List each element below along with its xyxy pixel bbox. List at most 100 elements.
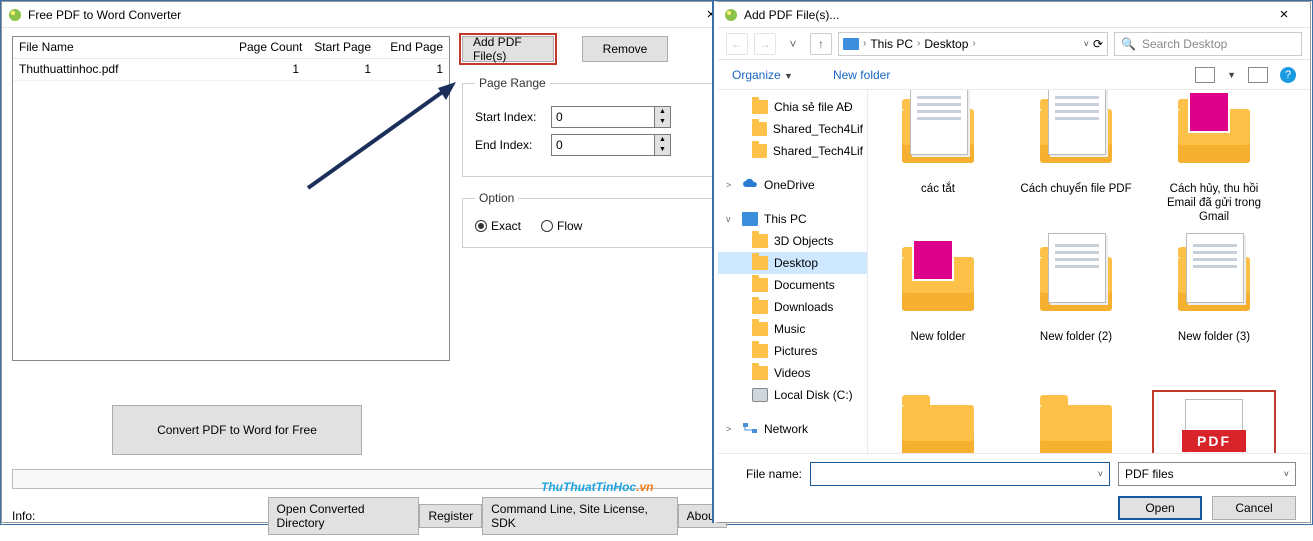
view-mode-icon[interactable] xyxy=(1195,67,1215,83)
pdf-icon: PDF xyxy=(1174,394,1254,453)
forward-button[interactable]: → xyxy=(754,33,776,55)
folder-icon xyxy=(752,278,768,292)
tree-item[interactable]: Desktop xyxy=(718,252,867,274)
tree-item[interactable]: Chia sẻ file AĐ xyxy=(718,96,867,118)
crumb-thispc[interactable]: This PC xyxy=(870,37,913,51)
refresh-icon[interactable]: ⟳ xyxy=(1093,37,1103,51)
file-label: New folder xyxy=(911,330,966,344)
start-index-input[interactable]: 0 ▲▼ xyxy=(551,106,671,128)
recent-chevron-icon[interactable]: ˅ xyxy=(782,33,804,55)
remove-button[interactable]: Remove xyxy=(582,36,668,62)
option-group: Option Exact Flow xyxy=(462,191,722,248)
tree-item[interactable]: Music xyxy=(718,318,867,340)
spinner-down-icon: ▼ xyxy=(655,117,670,127)
tree-item-label: OneDrive xyxy=(764,178,815,192)
open-directory-button[interactable]: Open Converted Directory xyxy=(268,497,420,535)
back-button[interactable]: ← xyxy=(726,33,748,55)
tree-item[interactable]: Videos xyxy=(718,362,867,384)
tree-item[interactable]: Shared_Tech4Lif xyxy=(718,118,867,140)
file-type-filter[interactable]: PDF files˅ xyxy=(1118,462,1296,486)
col-pagecount[interactable]: Page Count xyxy=(233,37,305,58)
dialog-title: Add PDF File(s)... xyxy=(744,8,1264,22)
preview-pane-icon[interactable] xyxy=(1248,67,1268,83)
file-grid[interactable]: File Name Page Count Start Page End Page… xyxy=(12,36,450,361)
file-list[interactable]: các tắt Cách chuyển file PDF Cách hủy, thu… xyxy=(868,90,1310,453)
file-item[interactable]: các tắt xyxy=(878,96,998,236)
file-item[interactable]: New folder (2) xyxy=(1016,244,1136,384)
new-folder-button[interactable]: New folder xyxy=(833,68,890,82)
tree-item-label: 3D Objects xyxy=(774,234,833,248)
exact-radio[interactable]: Exact xyxy=(475,219,521,233)
dialog-titlebar: Add PDF File(s)... × xyxy=(718,2,1310,28)
convert-button[interactable]: Convert PDF to Word for Free xyxy=(112,405,362,455)
tree-item[interactable]: Pictures xyxy=(718,340,867,362)
flow-radio[interactable]: Flow xyxy=(541,219,582,233)
organize-menu[interactable]: Organize ▼ xyxy=(732,68,793,82)
register-button[interactable]: Register xyxy=(419,504,482,528)
breadcrumb[interactable]: › This PC › Desktop › ˅ ⟳ xyxy=(838,32,1108,56)
crumb-desktop[interactable]: Desktop xyxy=(924,37,968,51)
file-item[interactable]: Cách hủy, thu hồi Email đã gửi trong Gma… xyxy=(1154,96,1274,236)
file-item[interactable]: New folder xyxy=(878,244,998,384)
chevron-down-icon[interactable]: ▼ xyxy=(1227,70,1236,80)
info-label: Info: xyxy=(12,509,268,523)
spinner-up-icon: ▲ xyxy=(655,107,670,117)
end-index-label: End Index: xyxy=(475,138,551,152)
file-item[interactable]: pdf2word xyxy=(1016,392,1136,453)
file-label: Cách chuyển file PDF xyxy=(1020,182,1131,196)
file-item[interactable]: Cách chuyển file PDF xyxy=(1016,96,1136,236)
tree-item-label: This PC xyxy=(764,212,807,226)
app-titlebar: Free PDF to Word Converter × xyxy=(2,2,737,28)
file-item[interactable]: ngủ đông xyxy=(878,392,998,453)
chevron-down-icon[interactable]: ˅ xyxy=(1084,39,1089,49)
tree-item-label: Pictures xyxy=(774,344,817,358)
expand-icon[interactable]: v xyxy=(726,214,736,224)
filename-label: File name: xyxy=(732,467,802,481)
end-index-input[interactable]: 0 ▲▼ xyxy=(551,134,671,156)
folder-icon xyxy=(1174,96,1254,176)
tree-item[interactable]: 3D Objects xyxy=(718,230,867,252)
expand-icon[interactable]: > xyxy=(726,180,736,190)
tree-item[interactable]: >Network xyxy=(718,418,867,440)
folder-icon xyxy=(752,344,768,358)
folder-icon xyxy=(1036,96,1116,176)
expand-icon[interactable]: > xyxy=(726,424,736,434)
file-label: New folder (2) xyxy=(1040,330,1112,344)
folder-icon xyxy=(1036,392,1116,453)
tree-item[interactable]: Downloads xyxy=(718,296,867,318)
file-item[interactable]: New folder (3) xyxy=(1154,244,1274,384)
filename-input[interactable]: ˅ xyxy=(810,462,1110,486)
col-endpage[interactable]: End Page xyxy=(377,37,449,58)
commandline-button[interactable]: Command Line, Site License, SDK xyxy=(482,497,678,535)
navigation-tree[interactable]: Chia sẻ file AĐShared_Tech4LifShared_Tec… xyxy=(718,90,868,453)
search-icon: 🔍 xyxy=(1121,37,1136,51)
tree-item[interactable]: Shared_Tech4Lif xyxy=(718,140,867,162)
tree-item[interactable]: Documents xyxy=(718,274,867,296)
help-icon[interactable]: ? xyxy=(1280,67,1296,83)
up-button[interactable]: ↑ xyxy=(810,33,832,55)
disk-icon xyxy=(752,388,768,402)
folder-icon xyxy=(752,322,768,336)
tree-item-label: Desktop xyxy=(774,256,818,270)
folder-icon xyxy=(752,300,768,314)
tree-item[interactable]: v This PC xyxy=(718,208,867,230)
cloud-icon xyxy=(742,178,758,192)
command-bar: Organize ▼ New folder ▼ ? xyxy=(718,60,1310,90)
tree-item-label: Videos xyxy=(774,366,810,380)
tree-item-label: Documents xyxy=(774,278,835,292)
page-range-legend: Page Range xyxy=(475,76,550,90)
col-filename[interactable]: File Name xyxy=(13,37,233,58)
tree-item[interactable]: > OneDrive xyxy=(718,174,867,196)
file-item[interactable]: PDFThuthuattinhoc.pdf xyxy=(1154,392,1274,453)
tree-item[interactable]: Local Disk (C:) xyxy=(718,384,867,406)
pc-icon xyxy=(742,212,758,226)
search-input[interactable]: 🔍 Search Desktop xyxy=(1114,32,1302,56)
col-startpage[interactable]: Start Page xyxy=(305,37,377,58)
open-button[interactable]: Open xyxy=(1118,496,1202,520)
table-row[interactable]: Thuthuattinhoc.pdf 1 1 1 xyxy=(13,59,449,81)
add-pdf-button[interactable]: Add PDF File(s) xyxy=(462,36,554,62)
close-icon[interactable]: × xyxy=(1264,3,1304,27)
folder-icon xyxy=(752,100,768,114)
chevron-down-icon[interactable]: ˅ xyxy=(1098,469,1103,479)
cancel-button[interactable]: Cancel xyxy=(1212,496,1296,520)
